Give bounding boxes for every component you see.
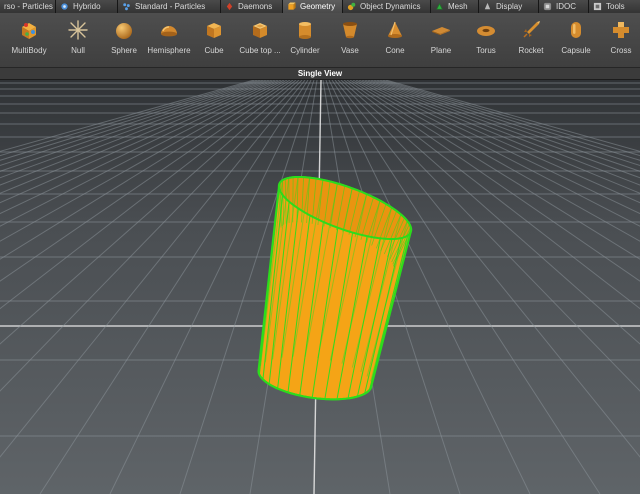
grid-line bbox=[0, 80, 258, 157]
tab-label: Tools bbox=[606, 2, 625, 11]
tab-label: Object Dynamics bbox=[360, 2, 421, 11]
tab-mesh[interactable]: Mesh bbox=[431, 0, 479, 13]
tool-label: Null bbox=[71, 46, 85, 55]
grid-line bbox=[373, 80, 640, 172]
vase-icon bbox=[343, 22, 357, 39]
tab-label: Daemons bbox=[238, 2, 273, 11]
tab-label: rso - Particles bbox=[4, 2, 53, 11]
object-dynamics-icon bbox=[347, 2, 356, 11]
cube-top-icon bbox=[253, 23, 267, 38]
geometry-icon bbox=[288, 2, 296, 10]
standard-particles-icon bbox=[123, 3, 130, 11]
tool-label: Plane bbox=[430, 46, 452, 55]
grid-line bbox=[0, 80, 294, 282]
cube-top-button[interactable]: Cube top ... bbox=[236, 19, 284, 65]
geometry-toolbar: MultiBody Null Sphere Hemisphere Cube Cu… bbox=[0, 13, 640, 68]
rocket-icon bbox=[523, 21, 540, 38]
tab-daemons[interactable]: Daemons bbox=[221, 0, 283, 13]
tab-label: Display bbox=[496, 2, 523, 11]
capsule-button[interactable]: Capsule bbox=[558, 19, 594, 65]
sphere-icon bbox=[116, 23, 132, 39]
tab-label: IDOC bbox=[556, 2, 576, 11]
tab-tools[interactable]: Tools bbox=[589, 0, 640, 13]
hemisphere-button[interactable]: Hemisphere bbox=[146, 19, 192, 65]
grid-line bbox=[0, 80, 273, 186]
cylinder-icon bbox=[299, 22, 311, 39]
tool-label: Capsule bbox=[561, 46, 591, 55]
torus-icon bbox=[477, 26, 495, 36]
sphere-button[interactable]: Sphere bbox=[106, 19, 142, 65]
tool-label: Vase bbox=[341, 46, 359, 55]
tab-particles[interactable]: rso - Particles bbox=[0, 0, 56, 13]
tools-icon bbox=[593, 2, 602, 11]
cube-icon bbox=[207, 23, 221, 38]
plane-icon bbox=[432, 27, 450, 35]
tab-standard-particles[interactable]: Standard - Particles bbox=[118, 0, 221, 13]
tab-bar: rso - Particles Hybrido Standard - Parti… bbox=[0, 0, 640, 13]
tool-label: Cylinder bbox=[290, 46, 320, 55]
vase-button[interactable]: Vase bbox=[334, 19, 366, 65]
capsule-icon bbox=[571, 22, 581, 38]
grid-line bbox=[367, 80, 640, 186]
tool-label: Sphere bbox=[111, 46, 137, 55]
cone-icon bbox=[388, 21, 402, 38]
grid-line bbox=[361, 80, 640, 204]
grid-line bbox=[0, 80, 288, 242]
tab-idoc[interactable]: IDOC bbox=[539, 0, 589, 13]
daemons-icon bbox=[226, 2, 233, 11]
cylinder-button[interactable]: Cylinder bbox=[288, 19, 322, 65]
hemisphere-icon bbox=[161, 26, 177, 37]
null-button[interactable]: Null bbox=[62, 19, 94, 65]
tab-label: Standard - Particles bbox=[135, 2, 206, 11]
tool-label: MultiBody bbox=[11, 46, 47, 55]
torus-button[interactable]: Torus bbox=[468, 19, 504, 65]
tab-hybrido[interactable]: Hybrido bbox=[56, 0, 118, 13]
tool-label: Rocket bbox=[518, 46, 544, 55]
null-icon bbox=[68, 20, 88, 40]
mesh-icon bbox=[436, 2, 443, 10]
grid-line bbox=[382, 80, 640, 157]
grid-line bbox=[0, 80, 267, 172]
scene-canvas bbox=[0, 80, 640, 494]
tool-label: Cube top ... bbox=[239, 46, 281, 55]
tab-display[interactable]: Display bbox=[479, 0, 539, 13]
cross-icon bbox=[613, 22, 629, 38]
grid-line bbox=[379, 80, 640, 161]
tool-label: Cone bbox=[385, 46, 405, 55]
hybrido-icon bbox=[61, 3, 68, 10]
tab-label: Hybrido bbox=[73, 2, 101, 11]
display-icon bbox=[484, 2, 491, 10]
cross-button[interactable]: Cross bbox=[604, 19, 638, 65]
tool-label: Cube bbox=[204, 46, 224, 55]
tool-label: Cross bbox=[610, 46, 632, 55]
tab-geometry[interactable]: Geometry bbox=[283, 0, 343, 13]
plane-button[interactable]: Plane bbox=[424, 19, 458, 65]
multibody-icon bbox=[22, 23, 36, 39]
viewport-3d[interactable] bbox=[0, 80, 640, 494]
grid-line bbox=[0, 80, 261, 161]
cube-button[interactable]: Cube bbox=[198, 19, 230, 65]
tool-label: Hemisphere bbox=[147, 46, 191, 55]
vase-object[interactable] bbox=[257, 175, 413, 401]
grid-line bbox=[0, 80, 264, 167]
tab-label: Mesh bbox=[448, 2, 468, 11]
rocket-button[interactable]: Rocket bbox=[512, 19, 550, 65]
tab-label: Geometry bbox=[300, 2, 336, 11]
cone-button[interactable]: Cone bbox=[378, 19, 412, 65]
tab-object-dynamics[interactable]: Object Dynamics bbox=[343, 0, 431, 13]
idoc-icon bbox=[543, 2, 552, 11]
grid-line bbox=[0, 80, 279, 204]
tool-label: Torus bbox=[476, 46, 496, 55]
multibody-button[interactable]: MultiBody bbox=[8, 19, 50, 65]
view-title: Single View bbox=[0, 68, 640, 80]
grid-line bbox=[376, 80, 640, 167]
